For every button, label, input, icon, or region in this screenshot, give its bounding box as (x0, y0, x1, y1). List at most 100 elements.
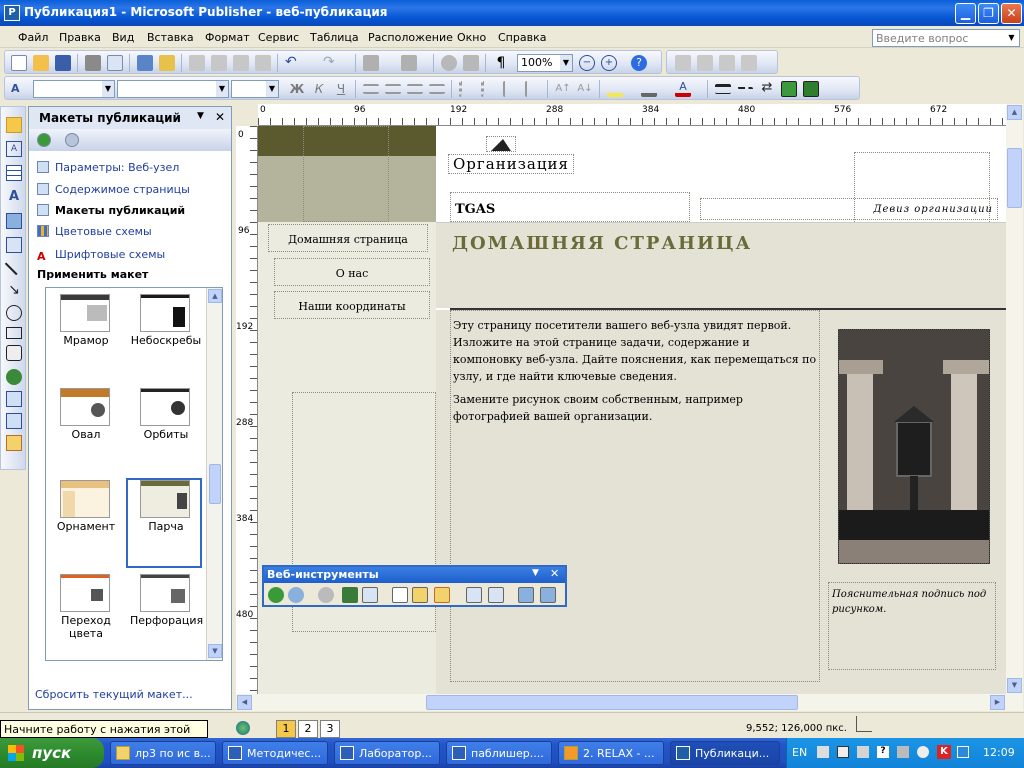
menu-format[interactable]: Формат (205, 31, 250, 44)
web-form-icon[interactable] (6, 369, 22, 385)
copy-icon[interactable] (211, 55, 227, 71)
building-photo[interactable] (838, 329, 990, 564)
tray-antivirus-icon[interactable]: K (937, 745, 951, 759)
taskbar-item-6[interactable]: Публикаци... (670, 741, 780, 765)
link-icon[interactable] (675, 55, 691, 71)
hscroll-left-icon[interactable]: ◀ (237, 695, 252, 710)
save-icon[interactable] (55, 55, 71, 71)
align-right-icon[interactable] (407, 84, 423, 94)
menu-edit[interactable]: Правка (59, 31, 101, 44)
link-page-content[interactable]: Содержимое страницы (37, 183, 190, 196)
web-hyperlink-icon[interactable] (318, 587, 334, 603)
hscroll-thumb[interactable] (426, 695, 798, 710)
web-hotspot-icon[interactable] (518, 587, 534, 603)
design-thumb-orbits[interactable] (140, 388, 190, 426)
cut-icon[interactable] (189, 55, 205, 71)
close-button[interactable]: ✕ (1001, 3, 1022, 24)
text-box-unlink-icon[interactable] (741, 55, 757, 71)
web-tools-close-icon[interactable]: ✕ (550, 567, 559, 580)
text-box-icon[interactable]: A (6, 141, 22, 157)
unlink-icon[interactable] (697, 55, 713, 71)
line-style-icon[interactable] (715, 84, 731, 94)
web-preview-icon[interactable] (268, 587, 284, 603)
style-dropdown-icon[interactable]: ▼ (102, 81, 114, 97)
menu-arrange[interactable]: Расположение (368, 31, 453, 44)
dash-style-icon[interactable] (737, 87, 753, 93)
web-nav-bar-icon[interactable] (488, 587, 504, 603)
justify-icon[interactable] (429, 84, 445, 94)
content-library-icon[interactable] (6, 435, 22, 451)
link-color-schemes[interactable]: Цветовые схемы (37, 225, 152, 238)
body-text-frame[interactable]: Эту страницу посетители вашего веб-узла … (450, 310, 820, 682)
decrease-indent-icon[interactable] (503, 81, 519, 97)
underline-icon[interactable]: Ч (333, 81, 349, 97)
taskbar-item-1[interactable]: лр3 по ис в... (110, 741, 216, 765)
align-left-icon[interactable] (363, 84, 379, 94)
ask-dropdown-icon[interactable]: ▼ (1005, 31, 1018, 45)
link-site-options[interactable]: Параметры: Веб-узел (37, 161, 179, 174)
web-page-options-icon[interactable] (540, 587, 556, 603)
italic-icon[interactable]: К (311, 81, 327, 97)
rectangle-tool-icon[interactable] (6, 327, 22, 339)
font-color-icon[interactable]: A (675, 81, 691, 97)
company-name-box[interactable]: TGAS (450, 192, 690, 222)
open-icon[interactable] (33, 55, 49, 71)
design-gallery-icon[interactable] (6, 413, 22, 429)
taskbar-item-3[interactable]: Лаборатор... (334, 741, 440, 765)
page-tab-2[interactable]: 2 (298, 720, 318, 738)
zoom-in-icon[interactable]: + (601, 55, 617, 71)
web-form-checkbox-icon[interactable] (434, 587, 450, 603)
bring-forward-icon[interactable] (363, 55, 379, 71)
redo-icon[interactable]: ↷ (323, 55, 339, 71)
zoom-combo[interactable]: 100% ▼ (517, 54, 573, 72)
web-page-preview-icon[interactable] (288, 587, 304, 603)
autoshapes-icon[interactable] (6, 345, 22, 361)
horizontal-ruler[interactable]: 0 96 192 288 384 480 576 672 (258, 104, 1006, 126)
increase-font-icon[interactable]: A↑ (555, 81, 571, 97)
increase-indent-icon[interactable] (525, 81, 541, 97)
menu-window[interactable]: Окно (457, 31, 486, 44)
taskbar-item-5[interactable]: 2. RELAX - ... (558, 741, 664, 765)
web-form-button-icon[interactable] (412, 587, 428, 603)
web-html-code-icon[interactable] (466, 587, 482, 603)
design-thumb-perforation[interactable] (140, 574, 190, 612)
vscroll-down-icon[interactable]: ▼ (1007, 678, 1022, 693)
shadow-style-icon[interactable] (781, 81, 797, 97)
page-heading[interactable]: ДОМАШНЯЯ СТРАНИЦА (452, 233, 752, 254)
research-icon[interactable] (159, 55, 175, 71)
menu-table[interactable]: Таблица (310, 31, 359, 44)
design-thumb-color-transition[interactable] (60, 574, 110, 612)
minimize-button[interactable]: ▁ (955, 3, 976, 24)
gallery-scrollbar[interactable]: ▲ ▼ (206, 288, 222, 660)
paste-icon[interactable] (233, 55, 249, 71)
logo-icon[interactable] (486, 136, 516, 152)
reset-design-link[interactable]: Сбросить текущий макет... (35, 688, 193, 701)
fill-color-icon[interactable] (607, 81, 623, 97)
web-properties-icon[interactable] (362, 587, 378, 603)
web-tools-options-icon[interactable]: ▼ (532, 568, 539, 578)
format-painter-icon[interactable] (255, 55, 271, 71)
font-size-combo[interactable]: ▼ (231, 80, 279, 98)
send-backward-icon[interactable] (401, 55, 417, 71)
tray-keyboard-icon[interactable] (837, 746, 849, 758)
nav-button-contacts[interactable]: Наши координаты (274, 291, 430, 319)
font-size-dropdown-icon[interactable]: ▼ (266, 81, 278, 97)
design-thumb-oval[interactable] (60, 388, 110, 426)
back-icon[interactable] (37, 133, 51, 147)
organization-name[interactable]: Организация (448, 154, 574, 174)
oval-tool-icon[interactable] (6, 305, 22, 321)
picture-frame-icon[interactable] (6, 213, 22, 229)
print-icon[interactable] (85, 55, 101, 71)
table-icon[interactable] (6, 165, 22, 181)
gallery-scroll-down-icon[interactable]: ▼ (208, 644, 222, 658)
ruler-corner[interactable] (236, 104, 258, 126)
design-thumb-marble[interactable] (60, 294, 110, 332)
spelling-icon[interactable] (137, 55, 153, 71)
motto-box[interactable]: Девиз организации (700, 198, 998, 220)
zoom-out-icon[interactable]: − (579, 55, 595, 71)
web-tools-titlebar[interactable]: Веб-инструменты ▼ ✕ (264, 567, 565, 583)
arrow-style-icon[interactable]: ⇄ (759, 81, 775, 97)
link-font-schemes[interactable]: A Шрифтовые схемы (37, 248, 165, 263)
menu-insert[interactable]: Вставка (147, 31, 194, 44)
nav-button-about[interactable]: О нас (274, 258, 430, 286)
